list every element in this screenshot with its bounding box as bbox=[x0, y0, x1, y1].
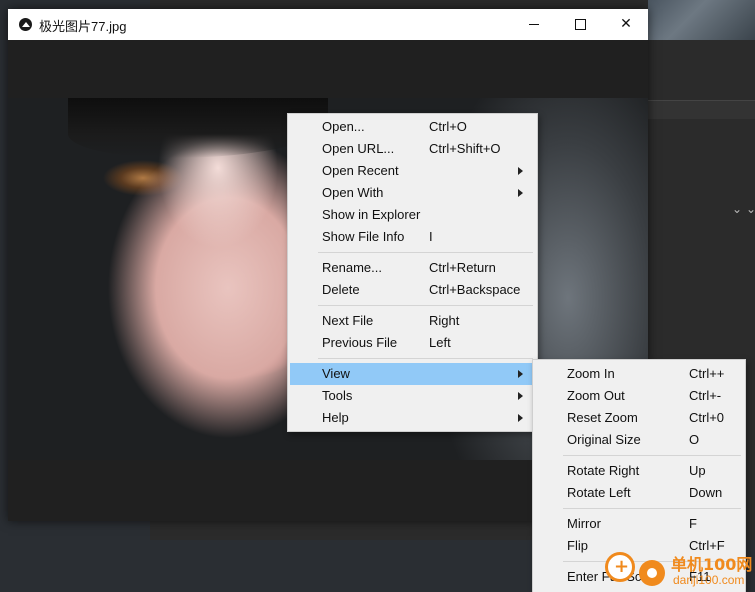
chevron-right-icon bbox=[518, 189, 523, 197]
menu-item-help[interactable]: Help bbox=[290, 407, 535, 429]
menu-item-rename[interactable]: Rename... Ctrl+Return bbox=[290, 257, 535, 279]
submenu-item-mirror[interactable]: Mirror F bbox=[535, 513, 743, 535]
menu-separator bbox=[563, 508, 741, 509]
site-watermark: + 单机100网 danji100.com bbox=[605, 548, 755, 592]
background-wallpaper bbox=[648, 0, 755, 40]
menu-item-label: Reset Zoom bbox=[567, 410, 638, 425]
minimize-button[interactable] bbox=[511, 9, 557, 40]
menu-item-label: Rename... bbox=[322, 260, 382, 275]
chevron-down-icon: ⌄ bbox=[732, 202, 743, 216]
submenu-item-reset-zoom[interactable]: Reset Zoom Ctrl+0 bbox=[535, 407, 743, 429]
close-icon: ✕ bbox=[620, 16, 632, 32]
menu-item-tools[interactable]: Tools bbox=[290, 385, 535, 407]
close-button[interactable]: ✕ bbox=[603, 9, 649, 40]
menu-item-shortcut: Ctrl+- bbox=[689, 388, 722, 403]
chevron-right-icon bbox=[518, 370, 523, 378]
menu-item-shortcut: Right bbox=[429, 313, 460, 328]
menu-item-label: Open URL... bbox=[322, 141, 395, 156]
menu-item-label: Open... bbox=[322, 119, 365, 134]
menu-item-open-recent[interactable]: Open Recent bbox=[290, 160, 535, 182]
chevron-down-icon: ⌄ bbox=[746, 202, 755, 216]
menu-separator bbox=[318, 358, 533, 359]
plus-icon: + bbox=[614, 556, 630, 577]
maximize-button[interactable] bbox=[557, 9, 603, 40]
background-toolbar: ⌄ ⌄ bbox=[648, 100, 755, 216]
menu-item-shortcut: Ctrl+0 bbox=[689, 410, 725, 425]
menu-item-label: Tools bbox=[322, 388, 353, 403]
menu-item-label: Zoom In bbox=[567, 366, 615, 381]
menu-separator bbox=[318, 305, 533, 306]
menu-item-label: Zoom Out bbox=[567, 388, 625, 403]
maximize-icon bbox=[575, 19, 586, 30]
menu-item-previous-file[interactable]: Previous File Left bbox=[290, 332, 535, 354]
menu-item-label: Original Size bbox=[567, 432, 641, 447]
menu-separator bbox=[318, 252, 533, 253]
menu-item-label: Mirror bbox=[567, 516, 601, 531]
watermark-domain-text: danji100.com bbox=[673, 573, 745, 587]
watermark-logo-icon: + bbox=[605, 552, 635, 582]
title-bar[interactable]: 极光图片77.jpg ✕ bbox=[8, 9, 648, 40]
menu-item-label: View bbox=[322, 366, 350, 381]
menu-item-label: Show in Explorer bbox=[322, 207, 421, 222]
submenu-item-zoom-in[interactable]: Zoom In Ctrl++ bbox=[535, 363, 743, 385]
window-title: 极光图片77.jpg bbox=[39, 19, 127, 34]
menu-item-open-with[interactable]: Open With bbox=[290, 182, 535, 204]
submenu-item-rotate-left[interactable]: Rotate Left Down bbox=[535, 482, 743, 504]
menu-item-delete[interactable]: Delete Ctrl+Backspace bbox=[290, 279, 535, 301]
watermark-dot-icon bbox=[639, 560, 665, 586]
menu-item-shortcut: Ctrl+Return bbox=[429, 260, 496, 275]
context-menu[interactable]: Open... Ctrl+O Open URL... Ctrl+Shift+O … bbox=[287, 113, 538, 432]
chevron-right-icon bbox=[518, 392, 523, 400]
menu-item-label: Show File Info bbox=[322, 229, 405, 244]
viewer-app-icon bbox=[19, 18, 32, 31]
menu-item-shortcut: Ctrl+Shift+O bbox=[429, 141, 501, 156]
minimize-icon bbox=[529, 24, 539, 25]
menu-item-show-file-info[interactable]: Show File Info I bbox=[290, 226, 535, 248]
menu-item-shortcut: Ctrl+Backspace bbox=[429, 282, 521, 297]
menu-item-shortcut: Up bbox=[689, 463, 706, 478]
menu-item-open-url[interactable]: Open URL... Ctrl+Shift+O bbox=[290, 138, 535, 160]
menu-item-label: Rotate Left bbox=[567, 485, 631, 500]
menu-item-next-file[interactable]: Next File Right bbox=[290, 310, 535, 332]
menu-item-label: Rotate Right bbox=[567, 463, 640, 478]
chevron-right-icon bbox=[518, 167, 523, 175]
menu-item-label: Open With bbox=[322, 185, 384, 200]
menu-item-shortcut: Ctrl+O bbox=[429, 119, 467, 134]
menu-item-label: Next File bbox=[322, 313, 374, 328]
menu-item-label: Previous File bbox=[322, 335, 398, 350]
menu-item-shortcut: Left bbox=[429, 335, 451, 350]
menu-item-label: Delete bbox=[322, 282, 360, 297]
menu-item-shortcut: I bbox=[429, 229, 433, 244]
menu-item-shortcut: F bbox=[689, 516, 697, 531]
menu-item-shortcut: Down bbox=[689, 485, 723, 500]
menu-item-shortcut: O bbox=[689, 432, 700, 447]
submenu-item-zoom-out[interactable]: Zoom Out Ctrl+- bbox=[535, 385, 743, 407]
menu-item-label: Help bbox=[322, 410, 349, 425]
watermark-chinese-text: 单机100网 bbox=[671, 555, 753, 574]
submenu-item-rotate-right[interactable]: Rotate Right Up bbox=[535, 460, 743, 482]
menu-item-shortcut: Ctrl++ bbox=[689, 366, 725, 381]
submenu-item-original-size[interactable]: Original Size O bbox=[535, 429, 743, 451]
menu-separator bbox=[563, 455, 741, 456]
menu-item-open[interactable]: Open... Ctrl+O bbox=[290, 116, 535, 138]
chevron-right-icon bbox=[518, 414, 523, 422]
menu-item-view[interactable]: View bbox=[290, 363, 535, 385]
menu-item-show-in-explorer[interactable]: Show in Explorer bbox=[290, 204, 535, 226]
menu-item-label: Open Recent bbox=[322, 163, 399, 178]
menu-item-label: Flip bbox=[567, 538, 588, 553]
